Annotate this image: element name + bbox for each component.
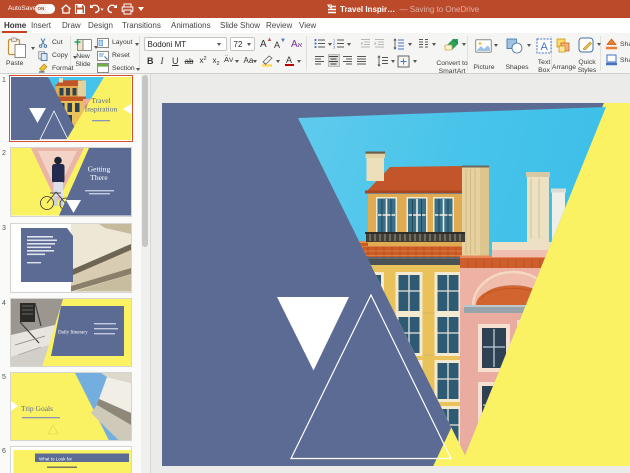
svg-text:A: A bbox=[541, 41, 549, 53]
svg-text:Inspiration: Inspiration bbox=[85, 104, 118, 113]
svg-text:3: 3 bbox=[333, 45, 336, 50]
svg-text:There: There bbox=[90, 173, 108, 182]
svg-text:Trip Goals: Trip Goals bbox=[21, 404, 53, 413]
svg-text:What to Look for: What to Look for bbox=[39, 457, 73, 462]
svg-text:Daily Itinerary: Daily Itinerary bbox=[58, 330, 88, 335]
